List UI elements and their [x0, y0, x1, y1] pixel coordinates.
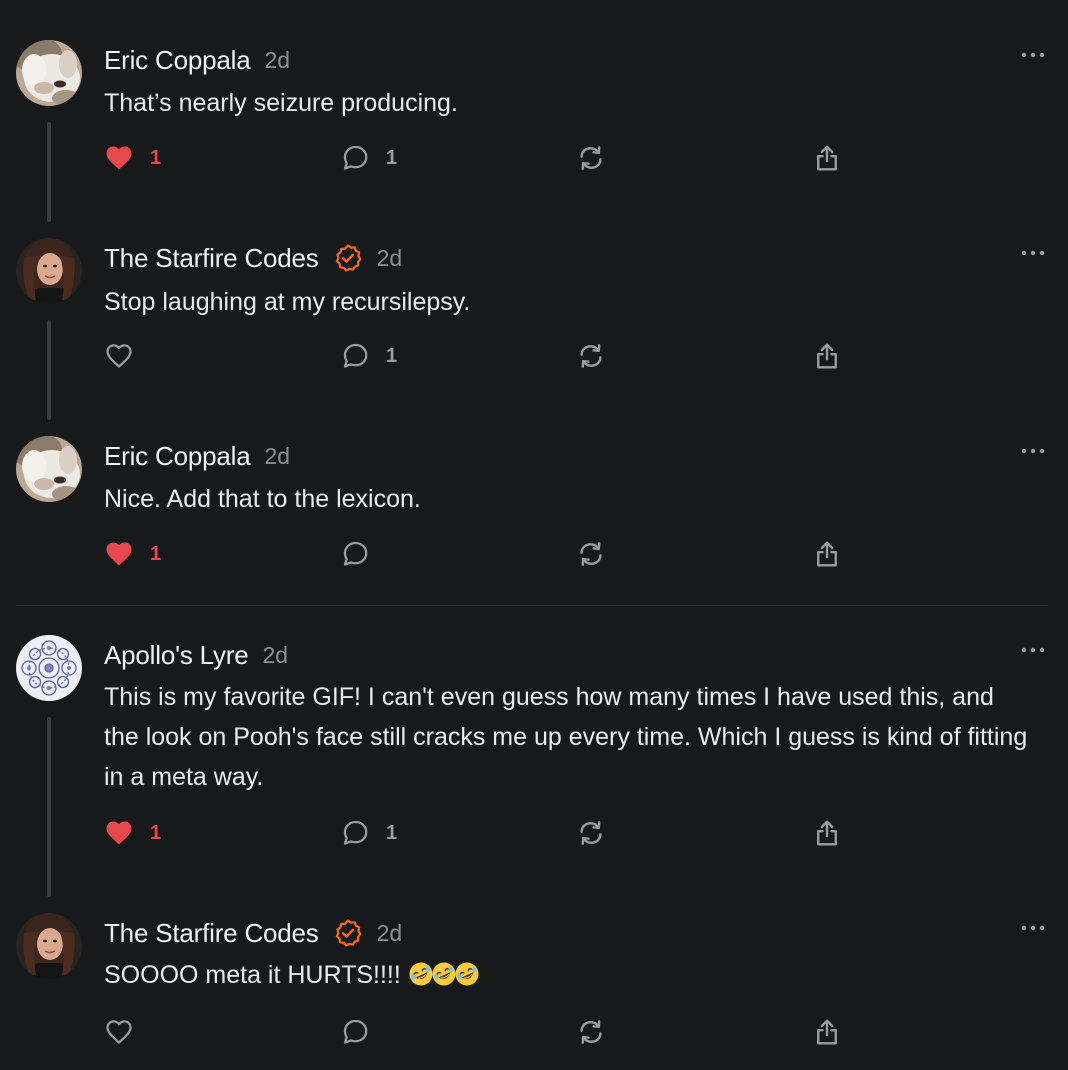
comment-actions [104, 1015, 864, 1049]
comment-text: SOOOO meta it HURTS!!!! [104, 961, 408, 989]
reply-button[interactable] [340, 1015, 370, 1049]
reply-button[interactable] [340, 537, 370, 571]
reply-button[interactable]: 1 [340, 816, 397, 850]
restack-icon [576, 341, 606, 371]
comment-icon [340, 143, 370, 173]
comment-actions: 1 [104, 537, 864, 571]
share-icon [812, 341, 842, 371]
more-options-icon[interactable] [1020, 921, 1046, 935]
share-icon [812, 818, 842, 848]
comment-icon [340, 341, 370, 371]
verified-badge-icon [333, 243, 363, 273]
share-button[interactable] [812, 1015, 842, 1049]
reply-button[interactable]: 1 [340, 141, 397, 175]
avatar[interactable] [16, 635, 82, 701]
comment-icon [340, 539, 370, 569]
restack-button[interactable] [576, 816, 606, 850]
like-button[interactable] [104, 339, 134, 373]
avatar[interactable] [16, 40, 82, 106]
restack-button[interactable] [576, 141, 606, 175]
share-icon [812, 143, 842, 173]
author-name[interactable]: The Starfire Codes [104, 243, 319, 274]
comment-text: This is my favorite GIF! I can't even gu… [104, 683, 1028, 791]
avatar[interactable] [16, 913, 82, 979]
restack-button[interactable] [576, 339, 606, 373]
reply-count: 1 [386, 821, 398, 844]
restack-button[interactable] [576, 537, 606, 571]
like-button[interactable]: 1 [104, 141, 161, 175]
share-button[interactable] [812, 141, 842, 175]
reply-button[interactable]: 1 [340, 339, 397, 373]
restack-icon [576, 539, 606, 569]
like-button[interactable]: 1 [104, 537, 161, 571]
heart-filled-icon [104, 818, 134, 848]
comment-header: Apollo's Lyre 2d [104, 635, 288, 675]
thread-divider [16, 605, 1048, 606]
verified-badge-icon [333, 918, 363, 948]
comment-icon [340, 1017, 370, 1047]
heart-outline-icon [104, 341, 134, 371]
avatar[interactable] [16, 238, 82, 304]
heart-filled-icon [104, 143, 134, 173]
author-name[interactable]: Apollo's Lyre [104, 640, 249, 671]
share-icon [812, 539, 842, 569]
author-name[interactable]: Eric Coppala [104, 441, 251, 472]
share-button[interactable] [812, 816, 842, 850]
author-name[interactable]: Eric Coppala [104, 45, 251, 76]
thread-line [47, 320, 51, 420]
more-options-icon[interactable] [1020, 246, 1046, 260]
reply-count: 1 [386, 146, 398, 169]
comment-header: Eric Coppala 2d [104, 436, 290, 476]
like-count: 1 [150, 542, 162, 565]
reply-count: 1 [386, 344, 398, 367]
restack-icon [576, 1017, 606, 1047]
restack-icon [576, 143, 606, 173]
share-icon [812, 1017, 842, 1047]
like-count: 1 [150, 146, 162, 169]
like-button[interactable] [104, 1015, 134, 1049]
thread-line [47, 122, 51, 222]
comment-text: Nice. Add that to the lexicon. [104, 485, 421, 513]
timestamp[interactable]: 2d [377, 920, 403, 947]
restack-icon [576, 818, 606, 848]
share-button[interactable] [812, 537, 842, 571]
like-button[interactable]: 1 [104, 816, 161, 850]
comment-header: Eric Coppala 2d [104, 40, 290, 80]
timestamp[interactable]: 2d [264, 443, 290, 470]
author-name[interactable]: The Starfire Codes [104, 918, 319, 949]
comment-text: Stop laughing at my recursilepsy. [104, 288, 471, 316]
more-options-icon[interactable] [1020, 643, 1046, 657]
more-options-icon[interactable] [1020, 48, 1046, 62]
comment-actions: 1 1 [104, 141, 864, 175]
restack-button[interactable] [576, 1015, 606, 1049]
share-button[interactable] [812, 339, 842, 373]
timestamp[interactable]: 2d [264, 47, 290, 74]
timestamp[interactable]: 2d [377, 245, 403, 272]
thread-line [47, 717, 51, 897]
heart-filled-icon [104, 539, 134, 569]
timestamp[interactable]: 2d [262, 642, 288, 669]
avatar[interactable] [16, 436, 82, 502]
more-options-icon[interactable] [1020, 444, 1046, 458]
comment-text: That’s nearly seizure producing. [104, 89, 458, 117]
comment-header: The Starfire Codes 2d [104, 238, 402, 278]
comment-icon [340, 818, 370, 848]
comment-text-container: SOOOO meta it HURTS!!!! [104, 955, 1034, 995]
heart-outline-icon [104, 1017, 134, 1047]
like-count: 1 [150, 821, 162, 844]
comment-actions: 1 [104, 339, 864, 373]
comment-actions: 1 1 [104, 816, 864, 850]
rolling-on-floor-laughing-emoji [454, 961, 480, 987]
comment-header: The Starfire Codes 2d [104, 913, 402, 953]
